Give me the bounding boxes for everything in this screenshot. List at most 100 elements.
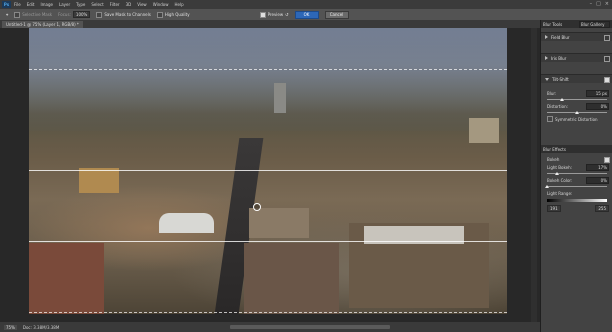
tilt-shift-label: Tilt-Shift (552, 76, 569, 82)
save-mask-option[interactable]: Save Mask to Channels (96, 11, 151, 18)
collapse-arrow-icon (545, 35, 548, 39)
light-bokeh-label: Light Bokeh: (547, 164, 572, 170)
focus-option: Focus: 100% (58, 11, 91, 18)
light-range-gradient[interactable] (547, 199, 607, 202)
menu-select[interactable]: Select (91, 2, 103, 7)
blur-row: Blur: 15 px (541, 89, 612, 97)
light-bokeh-slider[interactable] (547, 172, 607, 175)
distortion-row: Distortion: 0% (541, 102, 612, 110)
focus-input[interactable]: 100% (72, 11, 91, 18)
light-range-values: 191 255 (541, 204, 612, 212)
bokeh-color-input[interactable]: 0% (586, 177, 609, 184)
panel-title: Blur Tools (543, 21, 563, 27)
field-blur-label: Field Blur (551, 34, 570, 40)
tilt-shift-focus-line-bottom[interactable] (29, 241, 507, 242)
photo-building (29, 243, 104, 314)
reset-icon[interactable]: ↺ (285, 12, 288, 17)
zoom-field[interactable]: 75% (4, 324, 17, 330)
menu-image[interactable]: Image (40, 2, 53, 7)
high-quality-option[interactable]: High Quality (156, 11, 190, 18)
ok-wrapper: OK (294, 10, 319, 19)
cancel-wrapper: Cancel (324, 10, 349, 19)
tilt-shift-feather-line-top[interactable] (29, 69, 507, 70)
high-quality-checkbox[interactable] (156, 11, 163, 18)
tilt-shift-focus-line-top[interactable] (29, 170, 507, 171)
blur-input[interactable]: 15 px (586, 90, 609, 97)
iris-blur-label: Iris Blur (551, 55, 567, 61)
iris-blur-section[interactable]: Iris Blur (541, 53, 612, 62)
symmetric-checkbox[interactable] (547, 116, 553, 122)
tilt-shift-checkbox[interactable] (604, 77, 610, 83)
menu-type[interactable]: Type (76, 2, 85, 7)
bokeh-label: Bokeh (547, 156, 560, 162)
horizontal-scrollbar[interactable] (230, 325, 390, 329)
blur-slider-thumb[interactable] (560, 98, 564, 101)
document-tab[interactable]: Untitled-1 @ 75% (Layer 1, RGB/8) * (2, 21, 83, 28)
panel-spacer (541, 123, 612, 145)
menu-filter[interactable]: Filter (110, 2, 120, 7)
vertical-scrollbar[interactable] (531, 28, 537, 322)
blur-label: Blur: (547, 90, 557, 96)
minimize-icon[interactable]: – (590, 1, 593, 7)
slider-track (547, 99, 607, 100)
document-tabs: Untitled-1 @ 75% (Layer 1, RGB/8) * (0, 20, 540, 28)
light-range-low-input[interactable]: 191 (547, 204, 561, 212)
preview-label: Preview (267, 12, 284, 17)
save-mask-label: Save Mask to Channels (104, 12, 151, 17)
bokeh-color-slider-thumb[interactable] (545, 185, 549, 188)
blur-gallery-dropdown[interactable]: Blur Gallery (579, 21, 610, 28)
photo-building (469, 118, 499, 143)
high-quality-label: High Quality (164, 12, 190, 17)
field-blur-section[interactable]: Field Blur (541, 32, 612, 41)
slider-track (547, 186, 607, 187)
ok-button[interactable]: OK (294, 10, 319, 19)
selective-mask-option[interactable]: Selective Mask (14, 11, 52, 18)
field-blur-checkbox[interactable] (604, 35, 610, 41)
city-photo[interactable] (29, 28, 507, 314)
distortion-input[interactable]: 0% (586, 103, 609, 110)
menu-window[interactable]: Window (153, 2, 169, 7)
preview-checkbox[interactable] (259, 11, 266, 18)
light-bokeh-row: Light Bokeh: 17% (541, 163, 612, 171)
blur-pin-icon[interactable] (253, 203, 261, 211)
iris-blur-checkbox[interactable] (604, 56, 610, 62)
photo-building (79, 168, 119, 193)
symmetric-row[interactable]: Symmetric Distortion (541, 115, 612, 123)
menu-view[interactable]: View (137, 2, 147, 7)
pin-tool-icon[interactable]: ⌖ (6, 12, 8, 17)
light-range-high-input[interactable]: 255 (595, 204, 609, 212)
selective-mask-checkbox[interactable] (14, 11, 21, 18)
bokeh-color-slider[interactable] (545, 185, 607, 188)
preview-option[interactable]: Preview ↺ (259, 11, 289, 18)
bokeh-color-row: Bokeh Color: 0% (541, 176, 612, 184)
menu-file[interactable]: File (14, 2, 21, 7)
light-bokeh-slider-thumb[interactable] (555, 172, 560, 175)
distortion-slider[interactable] (547, 111, 607, 114)
photo-building (159, 213, 214, 233)
bokeh-row[interactable]: Bokeh (541, 155, 612, 163)
menu-bar: Ps File Edit Image Layer Type Select Fil… (0, 0, 612, 9)
menu-layer[interactable]: Layer (59, 2, 70, 7)
expand-arrow-icon (545, 77, 549, 81)
close-icon[interactable]: × (605, 1, 609, 7)
distortion-label: Distortion: (547, 103, 568, 109)
maximize-icon[interactable]: □ (596, 1, 601, 7)
photo-building (249, 208, 309, 238)
menu-help[interactable]: Help (174, 2, 183, 7)
photo-building (244, 243, 339, 314)
collapse-arrow-icon (545, 56, 548, 60)
save-mask-checkbox[interactable] (96, 11, 103, 18)
light-range-row: Light Range: (541, 189, 612, 197)
panel-spacer (541, 62, 612, 74)
distortion-slider-thumb[interactable] (575, 111, 579, 114)
cancel-button[interactable]: Cancel (324, 10, 349, 19)
panel-spacer (541, 41, 612, 53)
panel-header: Blur Tools Blur Gallery (541, 20, 612, 28)
light-bokeh-input[interactable]: 17% (586, 164, 609, 171)
menu-3d[interactable]: 3D (126, 2, 132, 7)
tilt-shift-feather-line-bottom[interactable] (29, 312, 507, 313)
blur-slider[interactable] (547, 98, 607, 101)
bokeh-color-label: Bokeh Color: (547, 177, 573, 183)
menu-edit[interactable]: Edit (27, 2, 35, 7)
tilt-shift-section[interactable]: Tilt-Shift (541, 74, 612, 83)
